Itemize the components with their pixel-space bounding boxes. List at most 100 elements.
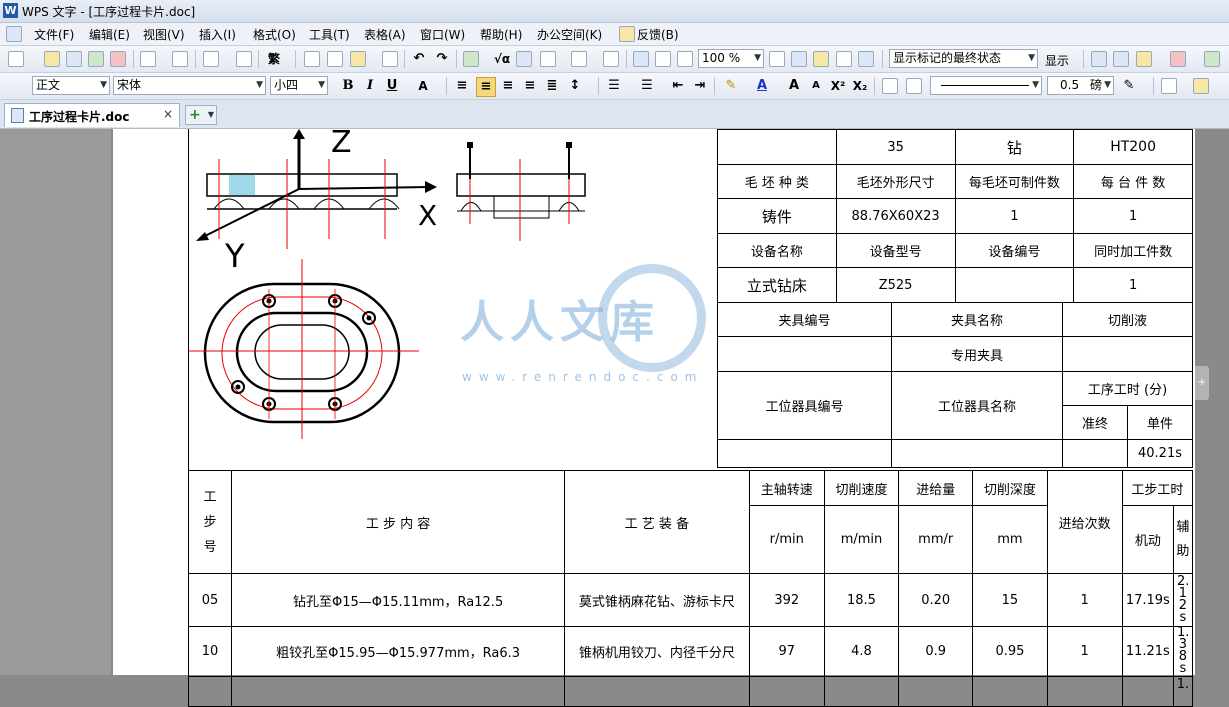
spell-check-icon[interactable]: [203, 51, 219, 67]
chevron-down-icon: ▼: [1032, 80, 1039, 90]
step-no-cell: [187, 676, 233, 707]
line-weight-unit: 磅: [1090, 78, 1103, 92]
mail-icon[interactable]: [88, 51, 104, 67]
line-weight-select[interactable]: 0.5 磅 ▼: [1047, 76, 1114, 95]
close-icon[interactable]: ×: [163, 107, 173, 121]
menu-file[interactable]: 文件(F): [34, 26, 74, 43]
columns-icon[interactable]: [540, 51, 556, 67]
print-icon[interactable]: [140, 51, 156, 67]
document-menu-icon[interactable]: [6, 26, 22, 42]
save-icon[interactable]: [66, 51, 82, 67]
show-menu-button[interactable]: 显示: [1045, 52, 1069, 69]
print-preview-icon[interactable]: [172, 51, 188, 67]
style-select[interactable]: 正文 ▼: [32, 76, 110, 95]
accept-change-icon[interactable]: [1136, 51, 1152, 67]
chevron-down-icon: ▼: [1104, 80, 1111, 90]
insert-table-icon[interactable]: [463, 51, 479, 67]
align-right-icon[interactable]: ≡: [499, 77, 517, 95]
new-doc-icon[interactable]: [8, 51, 24, 67]
find-icon[interactable]: [769, 51, 785, 67]
italic-icon[interactable]: I: [361, 77, 379, 95]
table-edit-icon[interactable]: [906, 78, 922, 94]
shrink-font-icon[interactable]: A: [807, 77, 825, 95]
underline-icon[interactable]: U: [383, 77, 401, 95]
markup-state-value: 显示标记的最终状态: [893, 51, 1002, 65]
cutting-speed-header: 切削速度: [823, 470, 900, 506]
align-center-icon[interactable]: ≡: [476, 77, 496, 97]
blank-type-label: 毛 坯 种 类: [717, 164, 837, 199]
superscript-icon[interactable]: X²: [829, 77, 847, 95]
line-spacing-icon[interactable]: ↕: [566, 77, 584, 95]
highlighter-icon[interactable]: ✎: [722, 77, 740, 95]
tab-document[interactable]: 工序过程卡片.doc ×: [4, 103, 180, 127]
brush-icon[interactable]: [382, 51, 398, 67]
decrease-indent-icon[interactable]: ⇤: [669, 77, 687, 95]
new-tab-button[interactable]: + ▼: [185, 105, 217, 125]
increase-indent-icon[interactable]: ⇥: [691, 77, 709, 95]
paragraph-icon[interactable]: [571, 51, 587, 67]
side-panel-toggle[interactable]: +: [1195, 366, 1209, 400]
prep-time-label: 准终: [1062, 405, 1128, 440]
subscript-icon[interactable]: X₂: [851, 77, 869, 95]
numbered-list-icon[interactable]: ☰: [605, 77, 623, 95]
borders-icon[interactable]: [1161, 78, 1177, 94]
paste-icon[interactable]: [350, 51, 366, 67]
menu-tools[interactable]: 工具(T): [309, 26, 350, 43]
menu-feedback[interactable]: 反馈(B): [637, 26, 679, 43]
cut-icon[interactable]: [327, 51, 343, 67]
menu-table[interactable]: 表格(A): [364, 26, 406, 43]
style-value: 正文: [36, 78, 61, 92]
dictionary-icon[interactable]: [791, 51, 807, 67]
formula-icon[interactable]: √α: [493, 50, 511, 68]
prev-change-icon[interactable]: [1091, 51, 1107, 67]
help-icon[interactable]: [858, 51, 874, 67]
align-left-icon[interactable]: ≡: [453, 77, 471, 95]
menu-insert[interactable]: 插入(I): [199, 26, 236, 43]
template-icon[interactable]: [836, 51, 852, 67]
markup-state-select[interactable]: 显示标记的最终状态 ▼: [889, 49, 1038, 68]
material-code: 35: [835, 129, 956, 165]
redo-icon[interactable]: ↷: [433, 50, 451, 68]
review-pane-icon[interactable]: [1204, 51, 1220, 67]
menu-view[interactable]: 视图(V): [143, 26, 185, 43]
menu-edit[interactable]: 编辑(E): [89, 26, 130, 43]
line-style-select[interactable]: ▼: [930, 76, 1042, 95]
document-map-icon[interactable]: [633, 51, 649, 67]
justify-icon[interactable]: ≡: [521, 77, 539, 95]
font-size-select[interactable]: 小四 ▼: [270, 76, 328, 95]
table-props-icon[interactable]: [882, 78, 898, 94]
aux-time-cell: 1.38s: [1176, 626, 1190, 676]
menu-format[interactable]: 格式(O): [253, 26, 296, 43]
border-color-icon[interactable]: ✎: [1120, 77, 1138, 95]
shading-icon[interactable]: [1193, 78, 1209, 94]
standard-toolbar: 繁 ↶ ↷ √α 100 % ▼ 显示标记的最终状态 ▼ 显示: [0, 46, 1229, 73]
bold-icon[interactable]: B: [339, 77, 357, 95]
chart-icon[interactable]: [603, 51, 619, 67]
show-marks-icon[interactable]: [655, 51, 671, 67]
menu-office-space[interactable]: 办公空间(K): [537, 26, 602, 43]
grow-font-icon[interactable]: A: [785, 77, 803, 95]
part-drawing: [189, 129, 586, 439]
copy-icon[interactable]: [304, 51, 320, 67]
bullet-list-icon[interactable]: ☰: [638, 77, 656, 95]
format-painter-icon[interactable]: [236, 51, 252, 67]
traditional-chinese-icon[interactable]: 繁: [265, 50, 283, 68]
undo-icon[interactable]: ↶: [410, 50, 428, 68]
pdf-export-icon[interactable]: [110, 51, 126, 67]
reject-change-icon[interactable]: [1170, 51, 1186, 67]
document-icon: [11, 108, 24, 123]
menu-help[interactable]: 帮助(H): [480, 26, 522, 43]
distribute-icon[interactable]: ≣: [543, 77, 561, 95]
menu-window[interactable]: 窗口(W): [420, 26, 465, 43]
feedback-icon: [619, 26, 635, 42]
font-select[interactable]: 宋体 ▼: [113, 76, 266, 95]
home-icon[interactable]: [813, 51, 829, 67]
text-effect-icon[interactable]: A: [414, 77, 432, 95]
next-change-icon[interactable]: [1113, 51, 1129, 67]
left-margin-area: [0, 129, 111, 675]
font-color-icon[interactable]: A: [753, 77, 771, 95]
open-folder-icon[interactable]: [44, 51, 60, 67]
zoom-select[interactable]: 100 % ▼: [698, 49, 764, 68]
reading-mode-icon[interactable]: [677, 51, 693, 67]
hyperlink-icon[interactable]: [516, 51, 532, 67]
